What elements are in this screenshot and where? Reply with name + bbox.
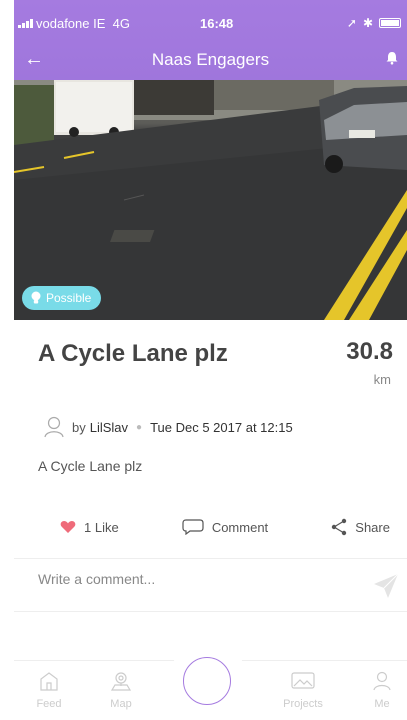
post-title: A Cycle Lane plz: [38, 340, 228, 367]
send-icon[interactable]: [371, 571, 401, 601]
header-bar: vodafone IE 4G 16:48 ➚ ✱ ← Naas Engagers: [14, 0, 407, 80]
distance-unit: km: [373, 372, 391, 387]
action-row: 1 Like Comment Share: [60, 518, 390, 536]
like-count: 1 Like: [84, 519, 119, 535]
separator-dot: ●: [136, 421, 143, 433]
post-photo: Possible: [14, 80, 407, 320]
heart-icon: [60, 521, 76, 533]
battery-icon: [379, 18, 401, 28]
tab-map[interactable]: Map: [96, 671, 146, 710]
tab-feed-label: Feed: [36, 698, 62, 710]
share-label: Share: [355, 519, 390, 535]
like-button[interactable]: 1 Like: [60, 518, 119, 536]
status-badge-label: Possible: [46, 291, 92, 305]
speech-bubble-icon: [182, 519, 204, 535]
tab-projects-label: Projects: [283, 698, 323, 710]
post-date: Tue Dec 5 2017 at 12:15: [150, 419, 293, 435]
tab-map-label: Map: [110, 698, 132, 710]
distance-value: 30.8: [346, 338, 393, 365]
comment-button[interactable]: Comment: [182, 518, 268, 536]
user-avatar-icon: [44, 416, 64, 438]
bottom-tab-bar: Feed Map Projects Me: [14, 653, 407, 720]
bell-icon[interactable]: [385, 51, 399, 65]
map-pin-icon: [110, 672, 132, 691]
status-badge: Possible: [22, 286, 102, 310]
home-icon: [40, 672, 58, 691]
carrier-name: vodafone IE: [36, 16, 106, 31]
author-row: by LilSlav ● Tue Dec 5 2017 at 12:15: [44, 416, 293, 438]
comment-composer: [14, 558, 407, 612]
author-name[interactable]: LilSlav: [90, 420, 128, 435]
share-button[interactable]: Share: [331, 518, 390, 536]
tab-projects[interactable]: Projects: [278, 671, 328, 710]
street-scene-image: [14, 80, 407, 320]
tab-me[interactable]: Me: [357, 671, 407, 710]
status-time: 16:48: [200, 16, 234, 31]
post-body: A Cycle Lane plz: [38, 458, 143, 474]
lightbulb-icon: [31, 291, 41, 304]
network-type: 4G: [112, 16, 130, 31]
by-label: by: [72, 419, 86, 435]
tab-feed[interactable]: Feed: [24, 671, 74, 710]
page-title: Naas Engagers: [151, 50, 270, 69]
create-post-button[interactable]: [183, 657, 231, 705]
bluetooth-icon: ✱: [362, 16, 373, 30]
comment-label: Comment: [211, 519, 269, 535]
tab-me-label: Me: [374, 698, 390, 710]
share-icon: [332, 518, 347, 536]
signal-icon: [18, 19, 33, 28]
user-icon: [373, 671, 391, 691]
left-edge: [0, 0, 14, 720]
location-icon: ➚: [346, 16, 357, 30]
comment-input[interactable]: [38, 571, 338, 587]
app-screen: vodafone IE 4G 16:48 ➚ ✱ ← Naas Engagers: [14, 0, 407, 720]
image-gallery-icon: [291, 672, 315, 689]
